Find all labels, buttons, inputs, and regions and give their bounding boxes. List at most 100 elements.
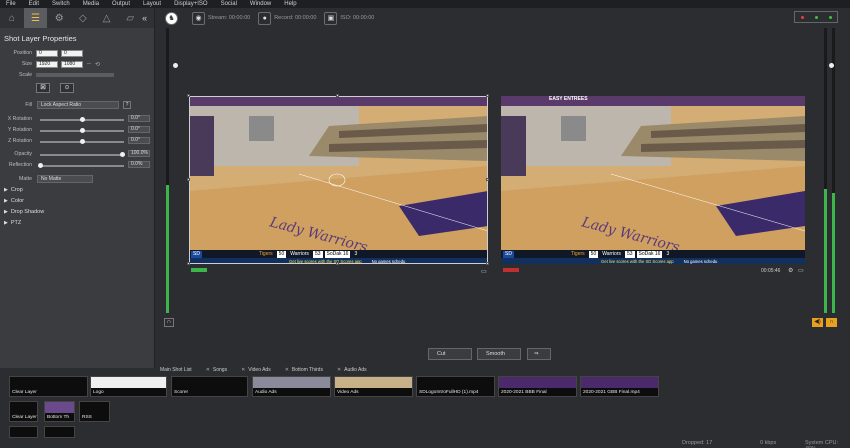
menu-file[interactable]: File <box>6 1 16 7</box>
shot-bbb-final[interactable]: 2020-2021 BBB Final <box>498 376 577 397</box>
transition-go-button[interactable]: ⇒ <box>527 348 551 360</box>
menu-help[interactable]: Help <box>284 1 296 7</box>
x-rotation-value[interactable]: 0.0° <box>128 115 150 122</box>
y-rotation-knob[interactable] <box>80 128 85 133</box>
reflection-slider[interactable] <box>38 163 124 168</box>
game-status: SoDak 16 <box>636 250 663 258</box>
shot-gbb-final[interactable]: 2020-2021 GBB Final.mp4 <box>580 376 659 397</box>
shot-scorer[interactable]: Scorer <box>171 376 248 397</box>
shot-rss[interactable]: RSS <box>79 401 110 422</box>
shot-row-3-item[interactable] <box>9 426 38 438</box>
menu-output[interactable]: Output <box>112 1 130 7</box>
position-y-input[interactable]: 0 <box>61 49 83 57</box>
transition-type-select[interactable]: Cut <box>428 348 472 360</box>
shot-sd-logo-intro[interactable]: SDLogoIntroFullHD (1).mp4 <box>416 376 495 397</box>
shot-audio-ads[interactable]: Audio Ads <box>252 376 331 397</box>
z-rotation-slider[interactable] <box>40 139 124 144</box>
shot-clear-layer-2[interactable]: Clear Layer <box>9 401 38 422</box>
tab-video-ads[interactable]: ✕ Video Ads <box>241 367 271 373</box>
reset-icon[interactable]: ⟲ <box>95 61 100 68</box>
ticker-text-2: No games schedu <box>683 258 718 264</box>
settings-icon[interactable]: ⚙ <box>788 267 793 274</box>
opacity-value[interactable]: 100.0% <box>128 150 150 157</box>
tab-audio-ads[interactable]: ✕ Audio Ads <box>337 367 367 373</box>
opacity-slider[interactable] <box>40 152 125 157</box>
preview-monitor[interactable]: Lady Warriors SD Tigers 50 Warriors 53 S… <box>189 96 488 264</box>
stream-icon[interactable]: ◉ <box>192 11 205 25</box>
shot-video-ads[interactable]: Video Ads <box>334 376 413 397</box>
menu-window[interactable]: Window <box>250 1 271 7</box>
opacity-knob[interactable] <box>120 152 125 157</box>
section-drop-shadow[interactable]: ▶ Drop Shadow <box>4 209 44 215</box>
shot-bottom-thirds[interactable]: Bottom Th <box>44 401 75 422</box>
position-x-input[interactable]: 0 <box>36 49 58 57</box>
y-rotation-slider[interactable] <box>40 128 124 133</box>
center-button[interactable]: ⊙ <box>60 83 74 93</box>
iso-icon[interactable]: ▣ <box>324 11 338 25</box>
menu-media[interactable]: Media <box>83 1 99 7</box>
shot-row-3-item[interactable] <box>44 426 75 438</box>
close-icon[interactable]: ✕ <box>285 367 289 373</box>
reflection-knob[interactable] <box>38 163 43 168</box>
panel-title: Shot Layer Properties <box>4 34 77 43</box>
x-rotation-knob[interactable] <box>80 117 85 122</box>
menu-social[interactable]: Social <box>221 1 237 7</box>
tab-label: Video Ads <box>248 367 271 373</box>
record-icon[interactable]: ● <box>258 11 272 25</box>
section-ptz[interactable]: ▶ PTZ <box>4 220 21 226</box>
collapse-panel-icon[interactable]: « <box>142 8 154 28</box>
tab-gear-icon[interactable]: ⚙ <box>47 8 71 28</box>
section-crop[interactable]: ▶ Crop <box>4 187 23 193</box>
resize-handle[interactable] <box>486 178 489 181</box>
section-color[interactable]: ▶ Color <box>4 198 24 204</box>
matte-select[interactable]: No Matte <box>37 175 93 183</box>
team1-score: 50 <box>276 250 287 258</box>
speaker-icon[interactable]: ◀) <box>812 318 823 327</box>
link-icon[interactable]: ⇔ <box>86 61 92 67</box>
y-rotation-value[interactable]: 0.0° <box>128 126 150 133</box>
resize-handle[interactable] <box>187 178 190 181</box>
tab-camera-icon[interactable]: ⌂ <box>0 8 24 28</box>
help-icon[interactable]: ? <box>123 101 131 109</box>
menu-edit[interactable]: Edit <box>29 1 39 7</box>
program-monitor[interactable]: Lady Warriors EASY ENTREES SD Tigers 50 … <box>501 96 805 264</box>
resize-handle[interactable] <box>187 262 190 265</box>
transition-speed-select[interactable]: Smooth <box>477 348 521 360</box>
volume-knob-left[interactable] <box>173 63 178 68</box>
menu-display-iso[interactable]: Display+ISO <box>174 1 208 7</box>
headphones-icon-right[interactable]: ∩ <box>826 318 837 327</box>
shot-clear-layer[interactable]: Clear Layer <box>9 376 88 397</box>
fit-button[interactable]: ⊠ <box>36 83 50 93</box>
size-height-input[interactable]: 1080 <box>61 60 83 68</box>
menu-layout[interactable]: Layout <box>143 1 161 7</box>
tab-warning-icon[interactable]: △ <box>95 8 119 28</box>
scale-slider[interactable] <box>36 73 114 77</box>
z-rotation-knob[interactable] <box>80 139 85 144</box>
resize-handle[interactable] <box>187 94 190 97</box>
tab-bottom-thirds[interactable]: ✕ Bottom Thirds <box>285 367 323 373</box>
z-rotation-value[interactable]: 0.0° <box>128 137 150 144</box>
shot-logo[interactable]: Logo <box>90 376 167 397</box>
tab-diamond-icon[interactable]: ◇ <box>71 8 95 28</box>
resize-handle[interactable] <box>336 94 339 97</box>
reflection-value[interactable]: 0.0% <box>128 161 150 168</box>
tab-songs[interactable]: ✕ Songs <box>206 367 227 373</box>
headphones-icon[interactable]: ∩ <box>164 318 174 327</box>
monitor-icon[interactable]: ▭ <box>798 267 804 274</box>
close-icon[interactable]: ✕ <box>206 367 210 373</box>
tab-brush-icon[interactable]: ▱ <box>118 8 142 28</box>
resize-handle[interactable] <box>486 262 489 265</box>
x-rotation-slider[interactable] <box>40 117 124 122</box>
close-icon[interactable]: ✕ <box>337 367 341 373</box>
tab-main-shot-list[interactable]: Main Shot List <box>160 367 192 373</box>
resize-handle[interactable] <box>336 262 339 265</box>
close-icon[interactable]: ✕ <box>241 367 245 373</box>
monitor-icon[interactable]: ▭ <box>481 268 487 275</box>
period: 3 <box>354 250 358 257</box>
size-width-input[interactable]: 1920 <box>36 60 58 68</box>
menu-switch[interactable]: Switch <box>52 1 70 7</box>
fill-select[interactable]: Lock Aspect Ratio <box>37 101 119 109</box>
resize-handle[interactable] <box>486 94 489 97</box>
tab-layers-icon[interactable]: ☰ <box>23 8 48 28</box>
volume-knob-right[interactable] <box>829 63 834 68</box>
